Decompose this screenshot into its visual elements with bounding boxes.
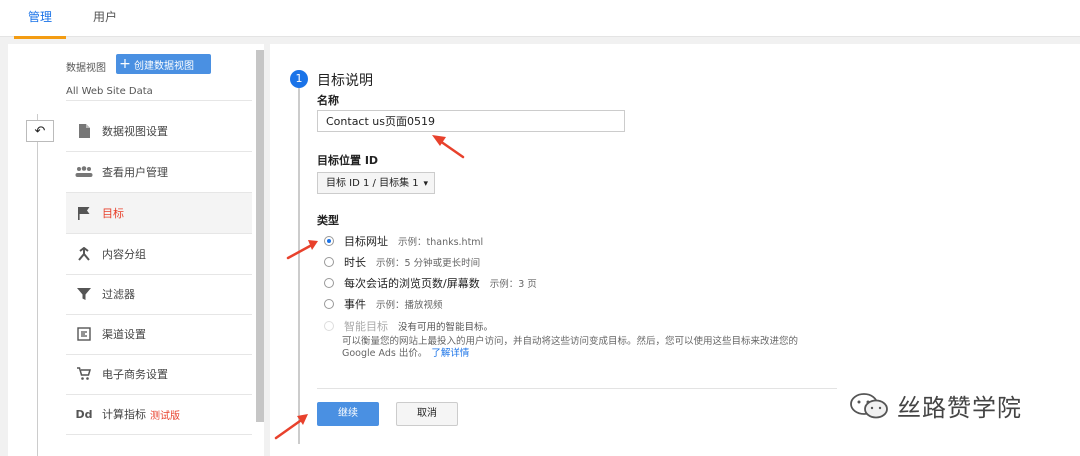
goal-slot-label: 目标位置 ID bbox=[317, 154, 379, 167]
sidebar-item-label: 目标 bbox=[102, 207, 124, 220]
view-label: 数据视图 bbox=[66, 63, 106, 74]
create-view-label: 创建数据视图 bbox=[134, 60, 194, 72]
wechat-icon bbox=[850, 392, 888, 418]
vertical-rule bbox=[37, 114, 38, 456]
section-title: 目标说明 bbox=[317, 73, 373, 89]
cart-icon bbox=[66, 367, 102, 381]
type-option-example: 示例：3 页 bbox=[489, 279, 537, 290]
type-option-duration[interactable]: 时长 示例：5 分钟或更长时间 bbox=[324, 254, 480, 270]
learn-more-link[interactable]: 了解详情 bbox=[431, 348, 469, 359]
content-grouping-icon bbox=[66, 247, 102, 261]
smart-goal-desc-line: 可以衡量您的网站上最投入的用户访问，并自动将这些访问变成目标。然后，您可以使用这… bbox=[342, 336, 799, 347]
type-option-label: 智能目标 bbox=[344, 320, 388, 333]
sidebar-item-label: 过滤器 bbox=[102, 288, 135, 301]
top-tab-bar: 管理 用户 bbox=[0, 0, 1080, 39]
type-option-event[interactable]: 事件 示例：播放视频 bbox=[324, 296, 443, 312]
filter-icon bbox=[66, 287, 102, 301]
type-option-destination[interactable]: 目标网址 示例：thanks.html bbox=[324, 233, 483, 249]
caret-down-icon: ▾ bbox=[423, 179, 428, 189]
sidebar-item-user-management[interactable]: 查看用户管理 bbox=[66, 152, 252, 193]
cancel-button[interactable]: 取消 bbox=[396, 402, 458, 426]
watermark: 丝路赞学院 bbox=[849, 388, 1022, 423]
view-selector[interactable]: All Web Site Data bbox=[66, 86, 153, 97]
type-option-label: 时长 bbox=[344, 256, 366, 269]
channel-icon bbox=[66, 327, 102, 341]
type-option-label: 事件 bbox=[344, 298, 366, 311]
flag-icon bbox=[66, 206, 102, 220]
continue-button[interactable]: 继续 bbox=[317, 402, 379, 426]
back-arrow-icon: ↶ bbox=[34, 123, 46, 139]
radio-button bbox=[324, 321, 334, 331]
sidebar-item-label: 数据视图设置 bbox=[102, 125, 168, 138]
radio-button[interactable] bbox=[324, 236, 334, 246]
type-option-pages-per-session[interactable]: 每次会话的浏览页数/屏幕数 示例：3 页 bbox=[324, 275, 537, 291]
type-option-label: 每次会话的浏览页数/屏幕数 bbox=[344, 277, 480, 290]
type-option-example: 示例：5 分钟或更长时间 bbox=[376, 258, 481, 269]
step-number-badge: 1 bbox=[290, 70, 308, 88]
back-arrow-button[interactable]: ↶ bbox=[26, 120, 54, 142]
name-label: 名称 bbox=[317, 94, 339, 107]
tab-user[interactable]: 用户 bbox=[80, 0, 130, 36]
view-settings-sidebar: 数据视图 + 创建数据视图 All Web Site Data ↶ 数据视图设置… bbox=[8, 44, 264, 456]
sidebar-item-label: 电子商务设置 bbox=[102, 368, 168, 381]
create-view-button[interactable]: + 创建数据视图 bbox=[116, 54, 211, 74]
plus-icon: + bbox=[119, 56, 131, 72]
sidebar-item-view-settings[interactable]: 数据视图设置 bbox=[66, 111, 252, 152]
sidebar-item-ecommerce-settings[interactable]: 电子商务设置 bbox=[66, 354, 252, 395]
dd-icon: Dd bbox=[75, 407, 93, 421]
divider bbox=[66, 100, 252, 101]
radio-button[interactable] bbox=[324, 278, 334, 288]
type-option-example: 示例：播放视频 bbox=[376, 300, 443, 311]
radio-button[interactable] bbox=[324, 257, 334, 267]
sidebar-item-label: 计算指标 bbox=[102, 408, 146, 421]
users-icon bbox=[66, 166, 102, 178]
goal-name-input[interactable]: Contact us页面0519 bbox=[317, 110, 625, 132]
radio-button[interactable] bbox=[324, 299, 334, 309]
sidebar-item-label: 渠道设置 bbox=[102, 328, 146, 341]
sidebar-item-content-grouping[interactable]: 内容分组 bbox=[66, 234, 252, 275]
type-option-smart-goal: 智能目标 没有可用的智能目标。 bbox=[324, 318, 493, 334]
sidebar-item-channel-settings[interactable]: 渠道设置 bbox=[66, 314, 252, 355]
type-option-label: 目标网址 bbox=[344, 235, 388, 248]
smart-goal-desc-line: Google Ads 出价。 bbox=[342, 348, 428, 359]
watermark-text: 丝路赞学院 bbox=[897, 394, 1022, 422]
divider bbox=[317, 388, 837, 389]
sidebar-item-filters[interactable]: 过滤器 bbox=[66, 274, 252, 315]
type-option-example: 示例：thanks.html bbox=[398, 237, 484, 248]
tab-admin[interactable]: 管理 bbox=[14, 0, 66, 39]
sidebar-item-label: 内容分组 bbox=[102, 248, 146, 261]
beta-badge: 测试版 bbox=[150, 410, 180, 422]
goal-slot-select[interactable]: 目标 ID 1 / 目标集 1 ▾ bbox=[317, 172, 435, 194]
type-label: 类型 bbox=[317, 214, 339, 227]
sidebar-scrollbar[interactable] bbox=[256, 50, 264, 422]
sidebar-item-calculated-metrics[interactable]: Dd 计算指标 测试版 bbox=[66, 394, 252, 435]
type-option-example: 没有可用的智能目标。 bbox=[398, 322, 494, 333]
sidebar-item-goals[interactable]: 目标 bbox=[66, 193, 252, 234]
sidebar-item-label: 查看用户管理 bbox=[102, 166, 168, 179]
goal-slot-value: 目标 ID 1 / 目标集 1 bbox=[326, 178, 419, 189]
smart-goal-description: 可以衡量您的网站上最投入的用户访问，并自动将这些访问变成目标。然后，您可以使用这… bbox=[342, 336, 862, 360]
document-icon bbox=[66, 124, 102, 138]
step-line bbox=[298, 88, 300, 444]
